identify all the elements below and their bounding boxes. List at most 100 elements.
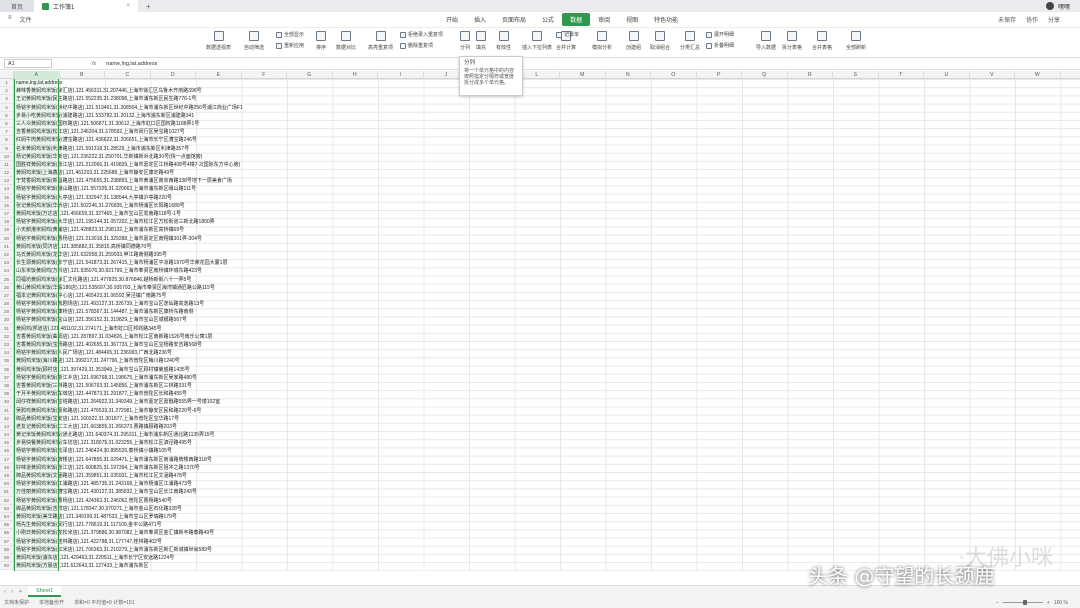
column-header-E[interactable]: E bbox=[196, 71, 242, 79]
row-header[interactable]: 42 bbox=[0, 415, 13, 423]
row-header[interactable]: 3 bbox=[0, 95, 13, 104]
row-header[interactable]: 1 bbox=[0, 79, 13, 88]
column-header-I[interactable]: I bbox=[378, 71, 424, 79]
table-row[interactable]: 国胜祥黄焖鸡米饭(张江店),121.212066,31.419839,上海市嘉定… bbox=[14, 161, 1080, 169]
table-row[interactable]: name,lng,lat,address bbox=[14, 79, 1080, 87]
table-row[interactable]: 马氏黄焖鸡米饭(龙华店),121.632958,31.259933,申江路南侧路… bbox=[14, 251, 1080, 259]
table-row[interactable]: 杨铭宇黄焖鸡米饭(红米店),121.706363,31.210279,上海市浦东… bbox=[14, 546, 1080, 554]
row-header[interactable]: 40 bbox=[0, 398, 13, 407]
add-tab-button[interactable]: + bbox=[138, 0, 159, 12]
zoom-out-icon[interactable]: − bbox=[996, 600, 999, 606]
table-row[interactable]: 步易小吃黄焖鸡米饭(浦建路店),121.533782,31.20132,上海市浦… bbox=[14, 112, 1080, 120]
table-row[interactable]: 山东米饭黄焖鸡(万科店),121.935076,30.921799,上海市奉贤区… bbox=[14, 267, 1080, 275]
table-row[interactable]: 步易快餐黄焖鸡米饭(车坊店),121.318075,31.023255,上海市松… bbox=[14, 439, 1080, 447]
row-header[interactable]: 22 bbox=[0, 251, 13, 260]
row-header[interactable]: 37 bbox=[0, 374, 13, 382]
menubar-right-2[interactable]: 分享 bbox=[1048, 15, 1060, 24]
close-icon[interactable]: × bbox=[126, 3, 130, 9]
table-row[interactable]: 于梵香焖鸡米饭(新昌路店),121.475655,31.238893,上海市黄浦… bbox=[14, 177, 1080, 185]
row-header[interactable]: 60 bbox=[0, 562, 13, 571]
row-header[interactable]: 23 bbox=[0, 259, 13, 268]
user-area[interactable]: 嘿嘿 bbox=[1045, 2, 1080, 11]
table-row[interactable]: 杨铭宇黄焖鸡米饭(康桥店),121.578367,31.144487,上海市浦东… bbox=[14, 308, 1080, 316]
row-header[interactable]: 16 bbox=[0, 202, 13, 210]
row-header[interactable]: 24 bbox=[0, 267, 13, 276]
table-row[interactable]: 杨铭宇黄焖鸡米饭(戏剧场店),121.493127,31.326739,上海市宝… bbox=[14, 300, 1080, 308]
table-row[interactable]: 阔仔祥黄焖鸡米饭(宝塔路店),121.264922,31.349349,上海市嘉… bbox=[14, 398, 1080, 406]
table-row[interactable]: 吉香黄焖鸡米饭(宝杨路店),121.402655,31.367733,上海市宝山… bbox=[14, 341, 1080, 349]
ribbon-button-14[interactable]: 记录单 bbox=[556, 31, 579, 38]
table-row[interactable]: 福本记黄焖鸡米饭(中心店),121.465423,31.06592,吴泾镇广南路… bbox=[14, 292, 1080, 300]
row-header[interactable]: 4 bbox=[0, 104, 13, 112]
table-row[interactable]: 杨铭宇黄焖鸡米饭(大华店),121.195144,31.057202,上海市松江… bbox=[14, 218, 1080, 226]
row-header[interactable]: 7 bbox=[0, 128, 13, 137]
ribbon-button-7[interactable]: 删除重复项 bbox=[400, 42, 433, 49]
table-row[interactable]: 杨铭宇黄焖鸡米饭(浙江乡店),121.696768,31.198675,上海市浦… bbox=[14, 374, 1080, 382]
row-header[interactable]: 48 bbox=[0, 464, 13, 472]
table-row[interactable]: 杨铭宇黄焖鸡米饭(曹杨店),121.424363,31.246062,普陀区曹杨… bbox=[14, 497, 1080, 505]
sheet-tab[interactable]: Sheet1 bbox=[27, 586, 62, 597]
ribbon-button-3[interactable]: 重新应用 bbox=[276, 42, 304, 49]
menu-icon[interactable]: ≡ bbox=[8, 15, 12, 24]
ribbon-button-19[interactable]: 展开明细 bbox=[706, 31, 734, 38]
table-row[interactable]: 三人众黄焖鸡米饭(国权路店),121.506871,31.30612,上海市虹口… bbox=[14, 120, 1080, 128]
table-row[interactable]: 杨铭宇黄焖鸡米饭(曹杨店),121.213018,31.329288,上海市嘉定… bbox=[14, 235, 1080, 243]
table-row[interactable]: 杨铭宇黄焖鸡米饭(人民广场店),121.484465,31.236993,广西北… bbox=[14, 349, 1080, 357]
ribbon-button-2[interactable]: 全部显示 bbox=[276, 31, 304, 38]
ribbon-button-12[interactable]: 插入下拉列表 bbox=[522, 31, 552, 51]
ribbon-button-22[interactable]: 拆分表格 bbox=[782, 31, 802, 51]
row-header[interactable]: 15 bbox=[0, 194, 13, 202]
zoom-knob[interactable] bbox=[1022, 600, 1027, 605]
column-header-V[interactable]: V bbox=[970, 71, 1015, 79]
row-header[interactable]: 14 bbox=[0, 185, 13, 194]
zoom-in-icon[interactable]: + bbox=[1047, 600, 1050, 606]
ribbon-button-15[interactable]: 模拟分析 bbox=[592, 31, 612, 51]
row-header[interactable]: 54 bbox=[0, 513, 13, 522]
row-header[interactable]: 5 bbox=[0, 112, 13, 120]
row-header[interactable]: 47 bbox=[0, 456, 13, 464]
table-row[interactable]: 蜂味香黄焖鸡米饭(徐汇店),121.456311,31.207446,上海市徐汇… bbox=[14, 87, 1080, 95]
table-row[interactable]: 杨铭宇黄焖鸡米饭(宝山店),121.356152,31.319829,上海市宝山… bbox=[14, 316, 1080, 324]
column-header-H[interactable]: H bbox=[333, 71, 378, 79]
row-header[interactable]: 58 bbox=[0, 546, 13, 554]
tab-3[interactable]: 公式 bbox=[534, 13, 562, 26]
row-header[interactable]: 39 bbox=[0, 390, 13, 399]
cell-area[interactable]: name,lng,lat,address 蜂味香黄焖鸡米饭(徐汇店),121.45… bbox=[14, 79, 1080, 571]
ribbon-button-0[interactable]: 数据透视表 bbox=[206, 31, 231, 51]
ribbon-button-9[interactable]: 分列 bbox=[460, 31, 470, 51]
ribbon-button-4[interactable]: 排序 bbox=[316, 31, 326, 51]
formula-input[interactable]: name,lng,lat,address bbox=[106, 61, 157, 67]
table-row[interactable]: 张记黄焖鸡米饭(华侨店),121.502246,31.276835,上海市杨浦区… bbox=[14, 202, 1080, 210]
row-header[interactable]: 46 bbox=[0, 447, 13, 456]
row-header[interactable]: 17 bbox=[0, 210, 13, 219]
row-header[interactable]: 36 bbox=[0, 366, 13, 374]
row-header[interactable]: 50 bbox=[0, 480, 13, 489]
row-header[interactable]: 49 bbox=[0, 472, 13, 481]
table-row[interactable]: 杨铭宇黄焖鸡米饭(桂林路店),121.422788,31.177747,桂林路4… bbox=[14, 538, 1080, 546]
tab-workbook[interactable]: 工作簿1 × bbox=[34, 0, 138, 12]
tab-home[interactable]: 首页 bbox=[0, 0, 34, 12]
tab-0[interactable]: 开始 bbox=[438, 13, 466, 26]
tab-6[interactable]: 视图 bbox=[618, 13, 646, 26]
row-header[interactable]: 11 bbox=[0, 161, 13, 170]
column-header-T[interactable]: T bbox=[879, 71, 924, 79]
column-header-P[interactable]: P bbox=[697, 71, 742, 79]
sheet-nav-icons[interactable]: ‹ › + bbox=[0, 589, 28, 595]
row-header[interactable]: 6 bbox=[0, 120, 13, 129]
table-row[interactable]: 杨记黄焖鸡米饭(华新店),121.236222,31.250701,华新镇新浜北… bbox=[14, 153, 1080, 161]
ribbon-button-21[interactable]: 导入数据 bbox=[756, 31, 776, 51]
column-header-S[interactable]: S bbox=[833, 71, 879, 79]
ribbon-button-18[interactable]: 分类汇总 bbox=[680, 31, 700, 51]
table-row[interactable]: 小刚日黄焖鸡米饭(龙松米店),121.379886,30.987082,上海市奉… bbox=[14, 529, 1080, 537]
row-header[interactable]: 18 bbox=[0, 218, 13, 227]
row-header[interactable]: 26 bbox=[0, 284, 13, 292]
table-row[interactable]: 杨先生黄焖鸡米饭(闵行店),121.778619,31.117109,金平公路4… bbox=[14, 521, 1080, 529]
column-header-M[interactable]: M bbox=[560, 71, 606, 79]
ribbon-button-17[interactable]: 取消组合 bbox=[650, 31, 670, 51]
row-header[interactable]: 28 bbox=[0, 300, 13, 309]
table-row[interactable]: 杨铭宇黄焖鸡米饭(牌楼店),121.647855,31.029471,上海市浦东… bbox=[14, 456, 1080, 464]
ribbon-button-20[interactable]: 折叠明细 bbox=[706, 42, 734, 49]
ribbon-button-6[interactable]: 高亮重复项 bbox=[368, 31, 393, 51]
table-row[interactable]: 黄山黄焖鸡米饭(华毅186店),121.535697,30.935793,上海市… bbox=[14, 284, 1080, 292]
ribbon-button-23[interactable]: 合并表格 bbox=[812, 31, 832, 51]
